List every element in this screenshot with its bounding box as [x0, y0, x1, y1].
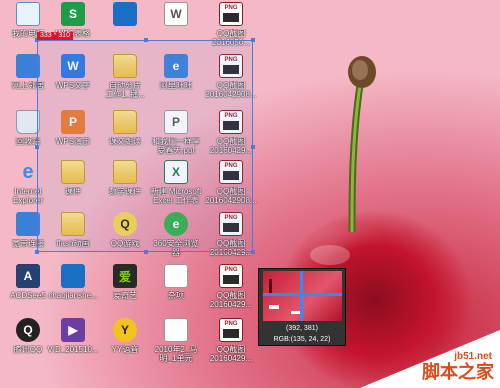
desktop-icon-label: VID_201510... — [47, 345, 99, 354]
desktop-icon[interactable]: PNG QQ截图 20160429... — [203, 316, 259, 374]
desktop-icon[interactable]: 2010年2_马 明_1单元 — [148, 316, 204, 374]
desktop-background: 我的电脑 S WPS表格 W PNG QQ截图 2016050... 网上邻居 W WPS文字自… — [0, 0, 500, 388]
computer-icon — [16, 2, 40, 26]
desktop-icon-label: QQ截图 20160429... — [209, 291, 253, 309]
png-icon: PNG — [219, 2, 243, 26]
png-icon: PNG — [219, 318, 243, 342]
acdsee-icon: A — [16, 264, 40, 288]
folder-icon — [61, 264, 85, 288]
desktop-icon[interactable]: 杂项 — [148, 262, 204, 320]
doc-icon — [164, 318, 188, 342]
desktop-icon-label: chaojianshe... — [48, 291, 98, 300]
magnifier-rgb-value: RGB:(135, 24, 22) — [273, 336, 331, 343]
desktop-icon-label: YY语音 — [111, 345, 139, 354]
folder-icon — [113, 2, 137, 26]
magnifier-panel: (392, 381) RGB:(135, 24, 22) — [258, 268, 346, 346]
selection-handle-br[interactable] — [251, 250, 255, 254]
aiqiyi-icon: 爱 — [113, 264, 137, 288]
doc-icon: W — [164, 2, 188, 26]
qq-icon: Q — [16, 318, 40, 342]
doc-icon — [164, 264, 188, 288]
magnifier-zoom-view — [263, 271, 342, 321]
desktop-icon-label: 2010年2_马 明_1单元 — [154, 345, 198, 363]
png-icon: PNG — [219, 264, 243, 288]
magnifier-crosshair-horizontal — [263, 293, 342, 296]
desktop-icon[interactable]: PNG QQ截图 20160429... — [203, 262, 259, 320]
desktop-icon[interactable]: ▶ VID_201510... — [45, 316, 101, 374]
watermark-url: jb51.net — [454, 351, 492, 362]
selection-handle-tm[interactable] — [144, 38, 148, 42]
selection-handle-ml[interactable] — [35, 145, 39, 149]
site-watermark: jb51.net 脚本之家 — [352, 330, 500, 388]
magnifier-crosshair-vertical — [300, 271, 303, 321]
selection-size-label: 333 * 310 — [37, 32, 73, 40]
video-icon: ▶ — [61, 318, 85, 342]
selection-handle-bm[interactable] — [144, 250, 148, 254]
desktop-icon-label: 杂项 — [168, 291, 184, 300]
selection-handle-mr[interactable] — [251, 145, 255, 149]
magnifier-coordinates: (392, 381) — [286, 325, 318, 332]
desktop-icon[interactable]: chaojianshe... — [45, 262, 101, 320]
yy-icon: Y — [113, 318, 137, 342]
desktop-icon[interactable]: 爱爱奇艺 — [97, 262, 153, 320]
desktop-icon[interactable]: Y YY语音 — [97, 316, 153, 374]
screenshot-selection-box[interactable] — [35, 38, 255, 254]
watermark-name: 脚本之家 — [422, 362, 494, 383]
wps-s-icon: S — [61, 2, 85, 26]
selection-handle-tr[interactable] — [251, 38, 255, 42]
desktop-icon-label: QQ截图 20160429... — [209, 345, 253, 363]
desktop-icon-label: 爱奇艺 — [113, 291, 137, 300]
selection-handle-bl[interactable] — [35, 250, 39, 254]
